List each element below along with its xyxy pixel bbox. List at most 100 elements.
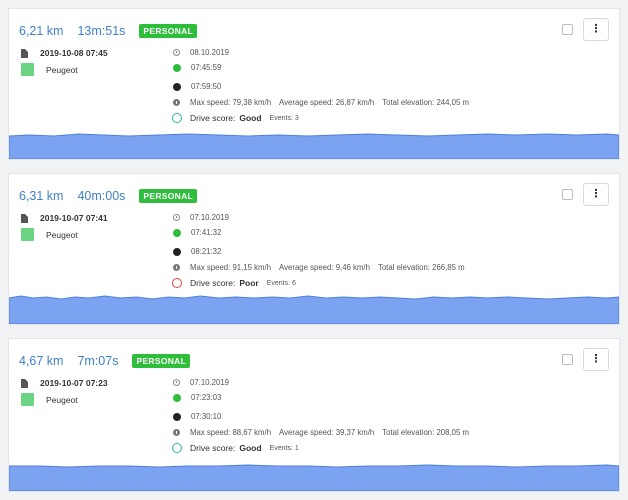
trip-datetime-row: 2019-10-07 07:41 xyxy=(21,213,108,223)
average-speed: Average speed: 39,37 km/h xyxy=(279,428,375,437)
vehicle-name: Peugeot xyxy=(46,394,78,405)
trip-distance: 6,31 km xyxy=(19,189,64,203)
elevation-profile xyxy=(9,294,619,324)
average-speed: Average speed: 26,87 km/h xyxy=(279,98,375,107)
clock-icon xyxy=(173,49,180,56)
info-icon xyxy=(173,429,180,436)
vehicle-name: Peugeot xyxy=(46,229,78,240)
black-dot-icon xyxy=(173,412,181,421)
trip-date-row: 07.10.2019 xyxy=(173,213,229,222)
trip-stats-row: Max speed: 91,15 km/h Average speed: 9,4… xyxy=(173,263,473,272)
max-speed: Max speed: 88,67 km/h xyxy=(190,428,272,437)
total-elevation: Total elevation: 244,05 m xyxy=(382,98,469,107)
score-ring-icon xyxy=(172,113,182,123)
green-dot-icon xyxy=(173,393,181,402)
end-time: 07:30:10 xyxy=(191,412,222,421)
elevation-profile xyxy=(9,461,619,491)
trip-duration: 7m:07s xyxy=(77,354,119,368)
kebab-menu-icon: ⋮ xyxy=(590,23,602,35)
trip-date-row: 07.10.2019 xyxy=(173,378,229,387)
trip-menu-button[interactable]: ⋮ xyxy=(583,348,609,371)
trip-datetime: 2019-10-08 07:45 xyxy=(40,48,108,58)
trip-header: 6,31 km 40m:00s PERSONAL xyxy=(19,189,198,203)
trip-date: 08.10.2019 xyxy=(190,48,230,57)
events-count: Events: 1 xyxy=(269,444,299,452)
vehicle-name: Peugeot xyxy=(46,64,78,75)
personal-badge[interactable]: PERSONAL xyxy=(139,24,198,38)
kebab-menu-icon: ⋮ xyxy=(590,188,602,200)
vehicle-row: Peugeot xyxy=(21,63,78,76)
end-time: 08:21:32 xyxy=(191,247,222,256)
trip-stats-row: Max speed: 88,67 km/h Average speed: 39,… xyxy=(173,428,477,437)
black-dot-icon xyxy=(173,82,181,91)
end-time-row: 07:30:10 xyxy=(173,412,221,421)
document-icon xyxy=(21,378,28,388)
drive-score-row: Drive score: Good Events: 1 xyxy=(172,443,299,453)
vehicle-color-swatch xyxy=(21,393,34,406)
trip-card[interactable]: 4,67 km 7m:07s PERSONAL 2019-10-07 07:23… xyxy=(8,338,620,492)
trip-date: 07.10.2019 xyxy=(190,213,230,222)
events-count: Events: 3 xyxy=(269,114,299,122)
black-dot-icon xyxy=(173,247,181,256)
trip-datetime-row: 2019-10-08 07:45 xyxy=(21,48,108,58)
start-time-row: 07:23:03 xyxy=(173,393,221,402)
start-time-row: 07:45:59 xyxy=(173,63,221,72)
green-dot-icon xyxy=(173,228,181,237)
trip-card[interactable]: 6,31 km 40m:00s PERSONAL 2019-10-07 07:4… xyxy=(8,173,620,325)
document-icon xyxy=(21,48,28,58)
trip-menu-button[interactable]: ⋮ xyxy=(583,18,609,41)
trip-datetime: 2019-10-07 07:23 xyxy=(40,378,108,388)
clock-icon xyxy=(173,379,180,386)
start-time: 07:23:03 xyxy=(191,393,222,402)
score-ring-icon xyxy=(172,443,182,453)
score-ring-icon xyxy=(172,278,182,288)
drive-score-value: Good xyxy=(239,443,262,453)
drive-score-label: Drive score: xyxy=(190,113,236,123)
vehicle-row: Peugeot xyxy=(21,393,78,406)
trip-datetime-row: 2019-10-07 07:23 xyxy=(21,378,108,388)
trip-distance: 6,21 km xyxy=(19,24,64,38)
vehicle-color-swatch xyxy=(21,63,34,76)
trip-header: 6,21 km 13m:51s PERSONAL xyxy=(19,24,198,38)
trip-card[interactable]: 6,21 km 13m:51s PERSONAL 2019-10-08 07:4… xyxy=(8,8,620,160)
vehicle-color-swatch xyxy=(21,228,34,241)
trip-distance: 4,67 km xyxy=(19,354,64,368)
document-icon xyxy=(21,213,28,223)
drive-score-value: Good xyxy=(239,113,262,123)
end-time-row: 07:59:50 xyxy=(173,82,221,91)
max-speed: Max speed: 79,38 km/h xyxy=(190,98,272,107)
elevation-profile xyxy=(9,129,619,159)
info-icon xyxy=(173,99,180,106)
trip-menu-button[interactable]: ⋮ xyxy=(583,183,609,206)
drive-score-row: Drive score: Good Events: 3 xyxy=(172,113,299,123)
trip-date: 07.10.2019 xyxy=(190,378,230,387)
trip-datetime: 2019-10-07 07:41 xyxy=(40,213,108,223)
start-time: 07:41:32 xyxy=(191,228,222,237)
max-speed: Max speed: 91,15 km/h xyxy=(190,263,272,272)
select-checkbox[interactable] xyxy=(562,354,573,365)
green-dot-icon xyxy=(173,63,181,72)
trip-date-row: 08.10.2019 xyxy=(173,48,229,57)
drive-score-label: Drive score: xyxy=(190,278,236,288)
average-speed: Average speed: 9,46 km/h xyxy=(279,263,370,272)
trip-duration: 40m:00s xyxy=(77,189,126,203)
total-elevation: Total elevation: 266,85 m xyxy=(377,263,465,272)
trip-header: 4,67 km 7m:07s PERSONAL xyxy=(19,354,191,368)
personal-badge[interactable]: PERSONAL xyxy=(132,354,191,368)
end-time: 07:59:50 xyxy=(191,82,222,91)
clock-icon xyxy=(173,214,180,221)
select-checkbox[interactable] xyxy=(562,189,573,200)
start-time: 07:45:59 xyxy=(191,63,222,72)
vehicle-row: Peugeot xyxy=(21,228,78,241)
select-checkbox[interactable] xyxy=(562,24,573,35)
total-elevation: Total elevation: 208,05 m xyxy=(382,428,469,437)
drive-score-row: Drive score: Poor Events: 6 xyxy=(172,278,296,288)
personal-badge[interactable]: PERSONAL xyxy=(139,189,198,203)
drive-score-value: Poor xyxy=(239,278,259,288)
info-icon xyxy=(173,264,180,271)
start-time-row: 07:41:32 xyxy=(173,228,221,237)
trip-duration: 13m:51s xyxy=(77,24,126,38)
kebab-menu-icon: ⋮ xyxy=(590,353,602,365)
end-time-row: 08:21:32 xyxy=(173,247,221,256)
events-count: Events: 6 xyxy=(266,279,296,287)
